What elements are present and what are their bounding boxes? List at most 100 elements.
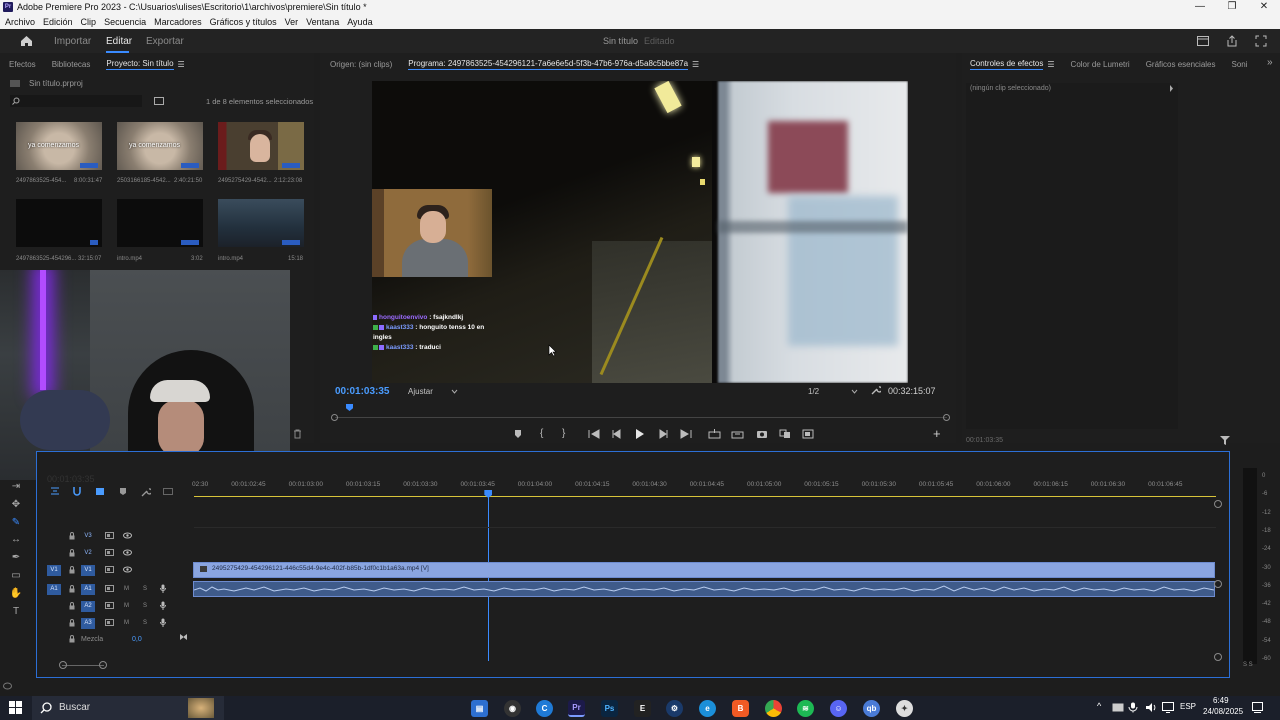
- snap-icon[interactable]: [72, 487, 82, 496]
- step-back-icon[interactable]: [612, 429, 622, 439]
- zoom-handle[interactable]: [99, 661, 107, 669]
- wrench-icon[interactable]: [871, 385, 881, 395]
- nest-icon[interactable]: [50, 487, 60, 495]
- taskbar-time[interactable]: 6:49: [1213, 696, 1229, 705]
- thumbnail-clip-3[interactable]: [218, 122, 304, 170]
- chevron-down-icon[interactable]: [851, 389, 858, 394]
- chrome-app-icon[interactable]: [765, 700, 782, 717]
- language-indicator[interactable]: ESP: [1180, 702, 1196, 711]
- solo-button[interactable]: S: [143, 586, 147, 592]
- trash-icon[interactable]: [293, 429, 302, 439]
- network-icon[interactable]: [1162, 702, 1174, 713]
- close-button[interactable]: ✕: [1248, 0, 1280, 14]
- lock-icon[interactable]: [69, 635, 75, 643]
- camera-icon[interactable]: [756, 429, 768, 439]
- go-to-end-icon[interactable]: [179, 633, 188, 641]
- hand-tool-icon[interactable]: ✋: [8, 588, 24, 602]
- go-to-in-icon[interactable]: [588, 429, 600, 439]
- microphone-icon[interactable]: [160, 584, 166, 594]
- go-to-out-icon[interactable]: [680, 429, 692, 439]
- mute-button[interactable]: M: [124, 586, 129, 592]
- tab-source-monitor[interactable]: Origen: (sin clips): [330, 60, 392, 69]
- fit-select[interactable]: Ajustar: [408, 387, 433, 396]
- lock-icon[interactable]: [69, 532, 75, 540]
- track-label-a3[interactable]: A3: [81, 618, 95, 629]
- maximize-button[interactable]: ❐: [1216, 0, 1248, 14]
- menu-clip[interactable]: Clip: [81, 17, 97, 27]
- spotify-app-icon[interactable]: ≋: [797, 700, 814, 717]
- mark-out-icon[interactable]: }: [562, 428, 565, 439]
- fullscreen-icon[interactable]: [1255, 35, 1267, 47]
- razor-tool-icon[interactable]: ✎: [8, 517, 24, 531]
- eye-icon[interactable]: [123, 549, 132, 556]
- photoshop-app-icon[interactable]: Ps: [601, 700, 618, 717]
- lock-icon[interactable]: [69, 619, 75, 627]
- step-forward-icon[interactable]: [658, 429, 668, 439]
- tab-editar[interactable]: Editar: [106, 36, 132, 47]
- type-tool-icon[interactable]: T: [8, 606, 24, 620]
- zoom-handle-left[interactable]: [331, 414, 338, 421]
- mix-volume-value[interactable]: 0,0: [132, 636, 142, 643]
- linked-selection-icon[interactable]: [95, 487, 105, 496]
- eye-icon[interactable]: [123, 532, 132, 539]
- work-area-bar[interactable]: [194, 496, 1216, 497]
- sync-lock-icon[interactable]: [105, 585, 114, 592]
- tab-efectos[interactable]: Efectos: [9, 60, 36, 69]
- scrub-playhead[interactable]: [346, 404, 353, 411]
- obs-app-icon[interactable]: ◉: [504, 700, 521, 717]
- zoom-handle-right[interactable]: [943, 414, 950, 421]
- vertical-scroll-handle[interactable]: [1214, 653, 1222, 661]
- panel-menu-icon[interactable]: ☰: [692, 60, 699, 69]
- track-select-tool-icon[interactable]: ✥: [8, 499, 24, 513]
- taskbar-date[interactable]: 24/08/2025: [1203, 707, 1243, 716]
- sync-lock-icon[interactable]: [105, 549, 114, 556]
- thumbnail-clip-6[interactable]: [218, 199, 304, 247]
- ccleaner-app-icon[interactable]: C: [536, 700, 553, 717]
- zoom-handle[interactable]: [59, 661, 67, 669]
- filter-icon[interactable]: [1220, 436, 1230, 445]
- thumbnail-clip-2[interactable]: ya comenzamos: [117, 122, 203, 170]
- home-icon[interactable]: [20, 35, 33, 47]
- track-label-v2[interactable]: V2: [81, 548, 95, 559]
- panel-menu-icon[interactable]: ☰: [1047, 60, 1054, 69]
- menu-marcadores[interactable]: Marcadores: [154, 17, 202, 27]
- tab-controles-efectos[interactable]: Controles de efectos: [970, 59, 1044, 70]
- track-label-a1[interactable]: A1: [81, 584, 95, 595]
- resolution-select[interactable]: 1/2: [808, 387, 819, 396]
- vertical-scroll-handle[interactable]: [1214, 500, 1222, 508]
- steam-app-icon[interactable]: ⚙: [666, 700, 683, 717]
- insert-icon[interactable]: [779, 429, 791, 439]
- thumbnail-clip-1[interactable]: ya comenzamos: [16, 122, 102, 170]
- solo-button[interactable]: S: [143, 620, 147, 626]
- menu-secuencia[interactable]: Secuencia: [104, 17, 146, 27]
- sync-lock-icon[interactable]: [105, 602, 114, 609]
- tab-bibliotecas[interactable]: Bibliotecas: [52, 60, 91, 69]
- audio-clip-a1[interactable]: [193, 581, 1215, 597]
- timeline-settings-icon[interactable]: [141, 487, 151, 497]
- track-label-a2[interactable]: A2: [81, 601, 95, 612]
- more-tabs-icon[interactable]: »: [1267, 57, 1273, 68]
- extract-icon[interactable]: [731, 429, 744, 439]
- mark-in-icon[interactable]: {: [540, 428, 543, 439]
- expand-right-icon[interactable]: [1169, 85, 1174, 92]
- microphone-icon[interactable]: [160, 618, 166, 628]
- tab-exportar[interactable]: Exportar: [146, 36, 184, 47]
- video-clip-v1[interactable]: 2495275429-454296121-446c55d4-9e4c-402f-…: [193, 562, 1215, 578]
- sync-lock-icon[interactable]: [105, 566, 114, 573]
- tab-program-monitor[interactable]: Programa: 2497863525-454296121-7a6e6e5d-…: [408, 59, 689, 70]
- source-patch-a1[interactable]: A1: [47, 584, 61, 595]
- solo-button[interactable]: S: [143, 603, 147, 609]
- volume-icon[interactable]: [1145, 702, 1157, 713]
- project-search-input[interactable]: [10, 95, 142, 107]
- new-bin-icon[interactable]: [154, 96, 164, 105]
- minimize-button[interactable]: —: [1184, 0, 1216, 14]
- play-icon[interactable]: [635, 428, 645, 440]
- source-patch-v1[interactable]: V1: [47, 565, 61, 576]
- eye-icon[interactable]: [123, 566, 132, 573]
- scrub-bar[interactable]: [335, 417, 947, 418]
- discord-app-icon[interactable]: ☺: [830, 700, 847, 717]
- menu-ayuda[interactable]: Ayuda: [347, 17, 372, 27]
- button-editor-add-icon[interactable]: +: [933, 426, 941, 441]
- windows-start-icon[interactable]: [9, 701, 22, 714]
- thumbnail-clip-4[interactable]: [16, 199, 102, 247]
